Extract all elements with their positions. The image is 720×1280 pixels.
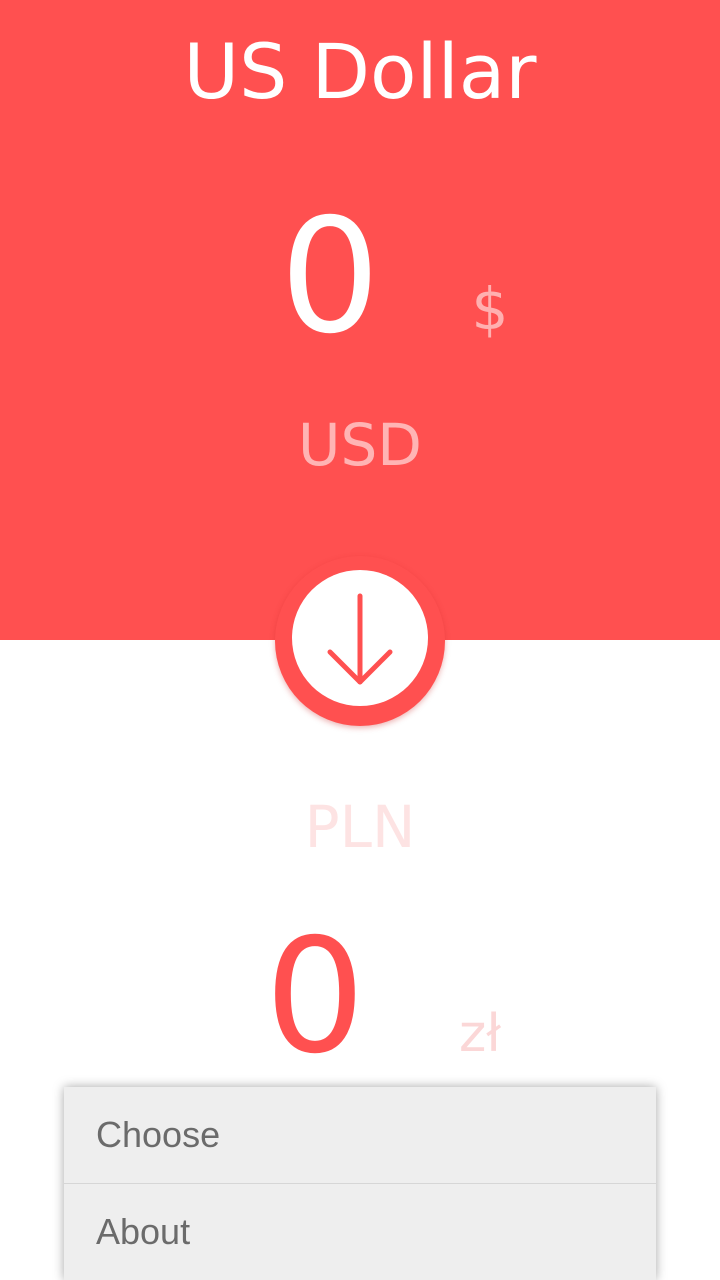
swap-button-face bbox=[292, 570, 428, 706]
source-currency-code[interactable]: USD bbox=[0, 410, 720, 480]
source-amount[interactable]: 0 bbox=[230, 192, 430, 362]
swap-button[interactable] bbox=[275, 556, 445, 726]
source-currency-symbol: $ bbox=[471, 275, 509, 343]
menu-item-label: Choose bbox=[96, 1114, 221, 1155]
target-amount: 0 bbox=[264, 905, 366, 1089]
arrow-down-icon bbox=[327, 593, 393, 685]
target-currency-code[interactable]: PLN bbox=[0, 792, 720, 862]
overflow-menu: Choose About bbox=[64, 1087, 656, 1280]
target-currency-symbol: zł bbox=[458, 1004, 502, 1064]
menu-item-about[interactable]: About bbox=[64, 1184, 656, 1280]
currency-title: US Dollar bbox=[183, 27, 537, 116]
menu-item-label: About bbox=[96, 1211, 191, 1252]
menu-item-choose[interactable]: Choose bbox=[64, 1087, 656, 1184]
source-currency-panel: US Dollar 0 $ USD bbox=[0, 0, 720, 640]
